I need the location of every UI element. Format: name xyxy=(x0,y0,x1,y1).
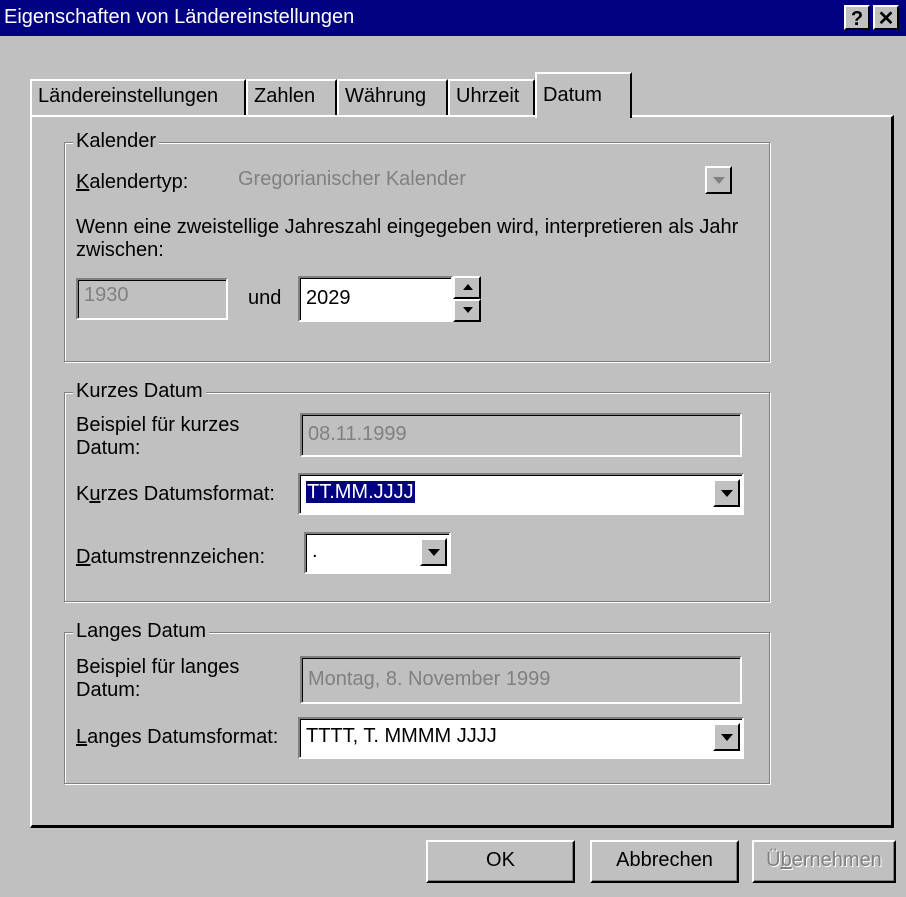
spin-up-button[interactable] xyxy=(453,276,481,299)
year-from-field: 1930 xyxy=(76,278,228,320)
tab-uhrzeit[interactable]: Uhrzeit xyxy=(448,79,535,115)
short-date-format-label: Kurzes Datumsformat: xyxy=(76,483,275,505)
long-date-format-label: Langes Datumsformat: xyxy=(76,726,279,748)
tab-label: Uhrzeit xyxy=(456,85,520,107)
date-separator-dropdown-button[interactable] xyxy=(420,538,447,566)
calendar-group-title: Kalender xyxy=(73,130,160,153)
help-button[interactable]: ? xyxy=(844,5,870,30)
long-date-format-value: TTTT, T. MMMM JJJJ xyxy=(306,725,497,747)
chevron-down-icon xyxy=(721,490,733,497)
date-separator-value: . xyxy=(312,540,318,562)
spin-down-button[interactable] xyxy=(453,299,481,322)
close-button[interactable]: ✕ xyxy=(873,5,899,30)
tab-datum[interactable]: Datum xyxy=(535,72,632,118)
two-digit-year-description: Wenn eine zweistellige Jahreszahl eingeg… xyxy=(76,216,739,261)
date-separator-label: Datumstrennzeichen: xyxy=(76,546,265,568)
year-to-spinner[interactable] xyxy=(453,276,481,322)
short-date-format-dropdown-button[interactable] xyxy=(713,479,740,507)
long-date-format-dropdown[interactable]: TTTT, T. MMMM JJJJ xyxy=(298,717,744,759)
short-date-sample-label: Beispiel für kurzes Datum: xyxy=(76,414,240,459)
calendar-type-value: Gregorianischer Kalender xyxy=(238,168,466,190)
short-date-group-title: Kurzes Datum xyxy=(73,380,206,403)
chevron-down-icon xyxy=(721,734,733,741)
long-date-sample-label: Beispiel für langes Datum: xyxy=(76,656,240,701)
calendar-type-label: Kalendertyp: xyxy=(76,171,189,193)
chevron-down-icon xyxy=(463,307,473,313)
close-icon: ✕ xyxy=(877,8,895,30)
chevron-down-icon xyxy=(428,549,440,556)
tab-label: Zahlen xyxy=(254,85,316,107)
date-separator-dropdown[interactable]: . xyxy=(304,532,451,574)
long-date-group-title: Langes Datum xyxy=(73,620,210,643)
short-date-sample-field: 08.11.1999 xyxy=(300,413,742,457)
window-title: Eigenschaften von Ländereinstellungen xyxy=(4,6,355,28)
long-date-format-dropdown-button[interactable] xyxy=(713,723,740,751)
year-to-input[interactable]: 2029 xyxy=(298,276,453,322)
title-bar: Eigenschaften von Ländereinstellungen ? … xyxy=(0,0,906,36)
short-date-format-dropdown[interactable]: TT.MM.JJJJ xyxy=(298,473,744,515)
tab-laendereinstellungen[interactable]: Ländereinstellungen xyxy=(30,79,246,115)
tab-waehrung[interactable]: Währung xyxy=(337,79,448,115)
and-label: und xyxy=(248,287,282,309)
chevron-down-icon xyxy=(713,177,725,184)
tab-label: Währung xyxy=(345,85,427,107)
calendar-type-dropdown[interactable]: Gregorianischer Kalender xyxy=(232,164,740,200)
cancel-button[interactable]: Abbrechen xyxy=(590,840,739,883)
long-date-group: Langes Datum xyxy=(64,620,770,784)
calendar-type-dropdown-button[interactable] xyxy=(705,166,732,194)
long-date-sample-field: Montag, 8. November 1999 xyxy=(300,656,742,704)
apply-button[interactable]: Übernehmen xyxy=(752,840,896,883)
ok-button[interactable]: OK xyxy=(426,840,575,883)
tab-zahlen[interactable]: Zahlen xyxy=(246,79,337,115)
tab-label: Datum xyxy=(543,84,602,106)
tab-label: Ländereinstellungen xyxy=(38,85,219,107)
chevron-up-icon xyxy=(463,284,473,290)
short-date-format-value: TT.MM.JJJJ xyxy=(306,481,415,503)
